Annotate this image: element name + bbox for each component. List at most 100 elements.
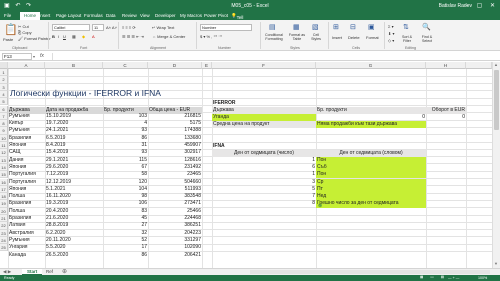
- cell-country[interactable]: Канада: [8, 252, 45, 259]
- delete-cells-button[interactable]: Delete: [348, 35, 360, 40]
- row-header[interactable]: 17: [0, 185, 8, 194]
- cell-styles-icon[interactable]: ▧: [312, 23, 319, 31]
- col-header-g[interactable]: G: [316, 62, 426, 69]
- cell-count[interactable]: 67: [103, 164, 148, 171]
- cell-total[interactable]: 128616: [148, 157, 202, 164]
- cell-count[interactable]: 83: [103, 208, 148, 215]
- cell-country[interactable]: Австралия: [8, 230, 45, 237]
- cell-date[interactable]: 20.4.2020: [45, 208, 103, 215]
- sort-filter-button[interactable]: Sort & Filter: [398, 35, 416, 43]
- cell-country[interactable]: Румъния: [8, 113, 45, 120]
- cell-count[interactable]: 93: [103, 127, 148, 134]
- ifna-day-word[interactable]: Ср: [316, 179, 466, 186]
- zoom-level[interactable]: 100%: [478, 276, 487, 280]
- cell-country[interactable]: Румъния: [8, 237, 45, 244]
- tab-review[interactable]: Review: [122, 13, 137, 18]
- cell-country[interactable]: Бразилия: [8, 215, 45, 222]
- align-left-icons[interactable]: ☰ ☰ ☰ ⇤ ⇥: [122, 34, 144, 39]
- select-all-corner[interactable]: [0, 62, 8, 69]
- merge-center-button[interactable]: ⇔ Merge & Center: [152, 34, 185, 39]
- row-header[interactable]: 20: [0, 207, 8, 215]
- formula-input[interactable]: [52, 53, 496, 60]
- align-top-icons[interactable]: ≡ ≡ ≡ ⟳: [122, 25, 136, 30]
- scroll-up-icon[interactable]: ▲: [494, 62, 498, 67]
- cell-date[interactable]: 29.1.2021: [45, 157, 103, 164]
- sheet-title[interactable]: Логически функции - IFERROR и IFNA: [9, 89, 162, 98]
- copy-button[interactable]: ⎘ Copy: [18, 30, 32, 35]
- cell-country[interactable]: САЩ: [8, 149, 45, 156]
- cell-count[interactable]: 17: [103, 244, 148, 251]
- row-header[interactable]: 3: [0, 83, 8, 91]
- number-format-icons[interactable]: $ ▾ % , ⁺⁰ ⁻⁰: [200, 34, 222, 39]
- iferror-avg-value[interactable]: Няма продажби към тази държава: [316, 121, 466, 128]
- format-as-table-button[interactable]: Format as Table: [288, 33, 306, 41]
- col-header-a[interactable]: A: [8, 62, 45, 69]
- horizontal-scrollbar[interactable]: [250, 270, 490, 274]
- cell-count[interactable]: 31: [103, 142, 148, 149]
- insert-cells-icon[interactable]: ⊞: [333, 23, 339, 31]
- cell-count[interactable]: 106: [103, 200, 148, 207]
- cell-country[interactable]: Полша: [8, 193, 45, 200]
- fx-button[interactable]: fx: [40, 53, 44, 59]
- format-as-table-icon[interactable]: ▦: [293, 23, 300, 31]
- fill-icon[interactable]: ⬇ ▾: [388, 31, 394, 36]
- row-header[interactable]: 24: [0, 236, 8, 245]
- cell-date[interactable]: 20.11.2020: [45, 237, 103, 244]
- cell-date[interactable]: 6.5.2019: [45, 135, 103, 142]
- cell-date[interactable]: 29.6.2020: [45, 164, 103, 171]
- ifna-day-number[interactable]: 7: [212, 193, 316, 200]
- cell-country[interactable]: Полша: [8, 208, 45, 215]
- cell-total[interactable]: 231492: [148, 164, 202, 171]
- row-header[interactable]: 16: [0, 178, 8, 186]
- row-header[interactable]: 25: [0, 244, 8, 252]
- cell-total[interactable]: 25466: [148, 208, 202, 215]
- bold-button[interactable]: B: [52, 34, 55, 39]
- ifna-day-word[interactable]: Нед: [316, 193, 466, 200]
- ifna-day-word[interactable]: Пт: [316, 186, 466, 193]
- cell-count[interactable]: 52: [103, 237, 148, 244]
- cell-country[interactable]: Япония: [8, 164, 45, 171]
- iferror-avg-label[interactable]: Средна цена на продукт: [212, 121, 316, 128]
- ifna-day-word[interactable]: Пон: [316, 171, 466, 178]
- tab-my-macros[interactable]: My Macros: [180, 13, 202, 18]
- cell-date[interactable]: 5.1.2021: [45, 186, 103, 193]
- tab-developer[interactable]: Developer: [155, 13, 176, 18]
- cell-count[interactable]: 32: [103, 230, 148, 237]
- name-box[interactable]: F13: [2, 53, 32, 60]
- ifna-day-word[interactable]: Пон: [316, 157, 466, 164]
- row-header[interactable]: 13: [0, 156, 8, 164]
- window-controls[interactable]: – ▢ ✕: [466, 2, 498, 9]
- cell-count[interactable]: 120: [103, 179, 148, 186]
- cell-date[interactable]: 24.1.2021: [45, 127, 103, 134]
- format-cells-icon[interactable]: ▣: [368, 23, 375, 31]
- fill-color-icon[interactable]: ◆: [82, 34, 85, 39]
- insert-cells-button[interactable]: Insert: [332, 35, 342, 40]
- tab-home[interactable]: Home: [20, 12, 41, 20]
- cell-country[interactable]: Латвия: [8, 222, 45, 229]
- paste-button[interactable]: Paste: [3, 37, 13, 42]
- cell-date[interactable]: 16.11.2020: [45, 193, 103, 200]
- cell-total[interactable]: 23465: [148, 171, 202, 178]
- row-header[interactable]: 1: [0, 69, 8, 77]
- cell-total[interactable]: 102090: [148, 244, 202, 251]
- row-header[interactable]: 9: [0, 127, 8, 135]
- cell-country[interactable]: Япония: [8, 186, 45, 193]
- font-name-select[interactable]: Calibri: [52, 24, 90, 31]
- view-buttons[interactable]: ▦ ▭ ▤: [420, 275, 447, 279]
- cell-total[interactable]: 331297: [148, 237, 202, 244]
- row-header[interactable]: 5: [0, 98, 8, 106]
- cell-count[interactable]: 93: [103, 149, 148, 156]
- sort-filter-icon[interactable]: ⇅: [403, 23, 409, 31]
- cell-date[interactable]: 28.8.2019: [45, 222, 103, 229]
- find-select-button[interactable]: Find & Select: [418, 35, 436, 43]
- cell-total[interactable]: 224468: [148, 215, 202, 222]
- cell-country[interactable]: Унгария: [8, 244, 45, 251]
- format-cells-button[interactable]: Format: [366, 35, 379, 40]
- row-header[interactable]: 4: [0, 90, 8, 99]
- cell-date[interactable]: 12.12.2019: [45, 179, 103, 186]
- cell-total[interactable]: 204223: [148, 230, 202, 237]
- paste-icon[interactable]: 📋: [4, 23, 18, 36]
- font-grow-shrink[interactable]: A˄ A˅: [106, 25, 117, 30]
- col-header-e[interactable]: E: [202, 62, 212, 69]
- cell-total[interactable]: 383548: [148, 193, 202, 200]
